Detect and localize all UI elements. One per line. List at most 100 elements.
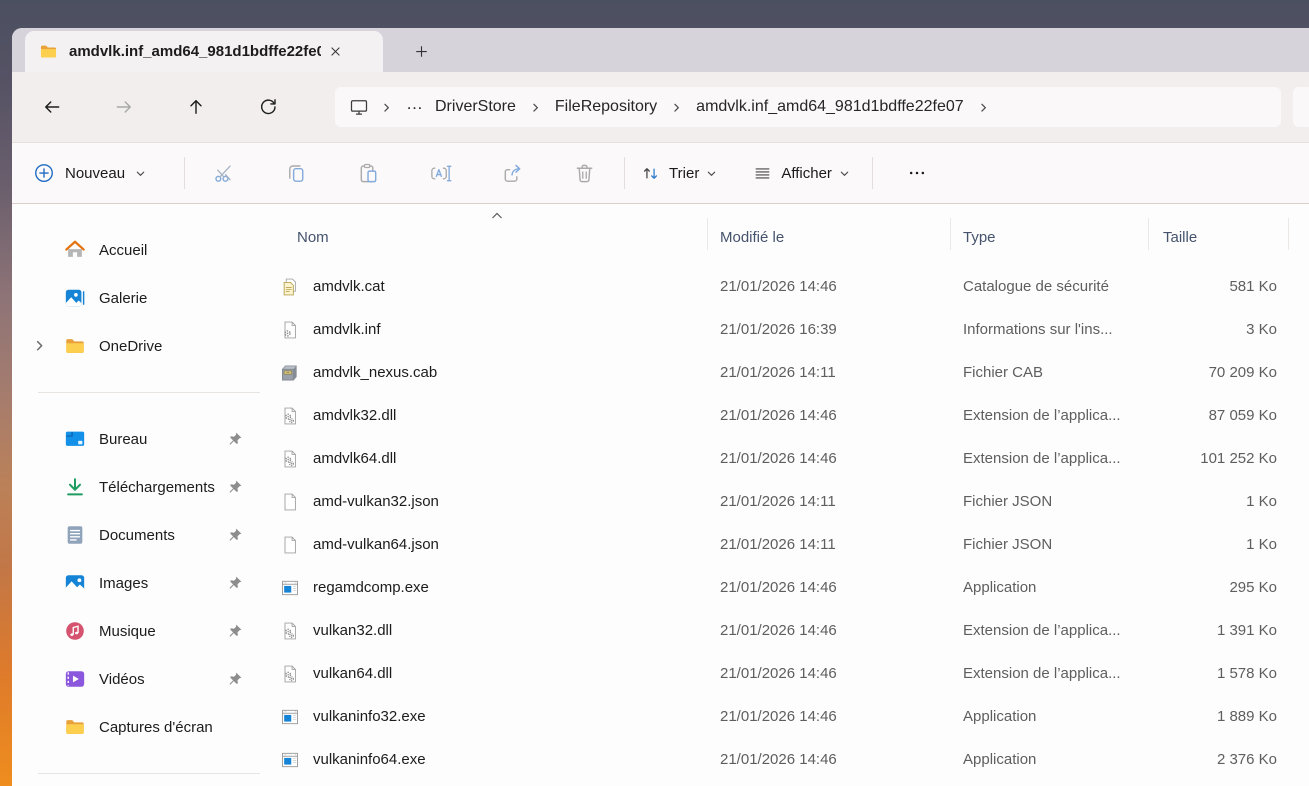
sidebar-item-accueil[interactable]: Accueil	[12, 226, 260, 274]
sidebar-item-captures-ecran[interactable]: Captures d'écran	[12, 703, 260, 751]
music-icon	[64, 620, 86, 642]
file-row[interactable]: vulkan32.dll 21/01/2026 14:46 Extension …	[260, 609, 1277, 652]
file-row[interactable]: regamdcomp.exe 21/01/2026 14:46 Applicat…	[260, 566, 1277, 609]
download-icon	[64, 476, 86, 498]
view-button[interactable]: Afficher	[753, 164, 850, 183]
breadcrumb-driverstore[interactable]: DriverStore	[429, 95, 522, 119]
file-row[interactable]: vulkan64.dll 21/01/2026 14:46 Extension …	[260, 652, 1277, 695]
new-tab-button[interactable]	[405, 35, 437, 67]
sidebar-item-images[interactable]: Images	[12, 559, 260, 607]
pictures-icon	[64, 572, 86, 594]
sidebar-item-bureau[interactable]: Bureau	[12, 415, 260, 463]
column-header-type[interactable]: Type	[950, 229, 1148, 246]
sort-button[interactable]: Trier	[641, 164, 717, 183]
expand-chevron-icon[interactable]	[33, 339, 46, 352]
forward-button[interactable]	[107, 90, 141, 124]
file-row[interactable]: amdvlk64.dll 21/01/2026 14:46 Extension …	[260, 437, 1277, 480]
sidebar-item-label: Documents	[99, 527, 175, 544]
toolbar-separator	[184, 157, 185, 189]
toolbar-separator	[624, 157, 625, 189]
chevron-right-icon	[978, 102, 989, 113]
sidebar-item-telechargements[interactable]: Téléchargements	[12, 463, 260, 511]
share-icon	[501, 162, 524, 185]
sidebar-item-videos[interactable]: Vidéos	[12, 655, 260, 703]
close-tab-button[interactable]	[321, 38, 349, 66]
file-name: amd-vulkan32.json	[313, 493, 439, 510]
refresh-button[interactable]	[251, 90, 285, 124]
file-name: amd-vulkan64.json	[313, 536, 439, 553]
file-row[interactable]: amd-vulkan64.json 21/01/2026 14:11 Fichi…	[260, 523, 1277, 566]
file-name: vulkan64.dll	[313, 665, 392, 682]
file-size: 1 Ko	[1148, 536, 1277, 553]
column-header-modifie-le[interactable]: Modifié le	[707, 229, 950, 246]
breadcrumb-ellipsis[interactable]: …	[400, 94, 429, 120]
column-header-nom[interactable]: Nom	[260, 229, 707, 246]
sidebar-item-label: Images	[99, 575, 148, 592]
share-button[interactable]	[492, 153, 532, 193]
file-type: Application	[950, 579, 1148, 596]
file-row[interactable]: amdvlk32.dll 21/01/2026 14:46 Extension …	[260, 394, 1277, 437]
cab-file-icon	[280, 363, 300, 383]
scissors-icon	[213, 162, 236, 185]
rename-button[interactable]	[420, 153, 460, 193]
chevron-right-icon	[671, 102, 682, 113]
file-type: Fichier JSON	[950, 493, 1148, 510]
file-modified: 21/01/2026 14:46	[707, 751, 950, 768]
sidebar-item-onedrive[interactable]: OneDrive	[12, 322, 260, 370]
explorer-tab[interactable]: amdvlk.inf_amd64_981d1bdffe22fe07	[25, 31, 383, 72]
column-separator	[1288, 218, 1289, 250]
sidebar-item-musique[interactable]: Musique	[12, 607, 260, 655]
file-size: 2 376 Ko	[1148, 751, 1277, 768]
file-row[interactable]: vulkaninfo64.exe 21/01/2026 14:46 Applic…	[260, 738, 1277, 781]
new-button-label: Nouveau	[65, 165, 125, 182]
desktop-icon	[64, 428, 86, 450]
file-row[interactable]: vulkaninfo32.exe 21/01/2026 14:46 Applic…	[260, 695, 1277, 738]
gallery-icon	[64, 287, 86, 309]
file-size: 1 889 Ko	[1148, 708, 1277, 725]
file-explorer-window: amdvlk.inf_amd64_981d1bdffe22fe07 … Driv…	[12, 28, 1309, 786]
folder-icon	[39, 42, 58, 61]
json-file-icon	[280, 492, 300, 512]
file-row[interactable]: amdvlk.inf 21/01/2026 16:39 Informations…	[260, 308, 1277, 351]
copy-button[interactable]	[276, 153, 316, 193]
sidebar-item-label: Captures d'écran	[99, 719, 213, 736]
search-box-partial[interactable]	[1293, 87, 1309, 127]
sidebar-item-label: Vidéos	[99, 671, 145, 688]
file-type: Application	[950, 751, 1148, 768]
breadcrumb-filerepository[interactable]: FileRepository	[549, 95, 663, 119]
back-button[interactable]	[35, 90, 69, 124]
document-icon	[64, 524, 86, 546]
file-name: amdvlk.cat	[313, 278, 385, 295]
delete-button[interactable]	[564, 153, 604, 193]
chevron-down-icon	[135, 168, 146, 179]
file-list: amdvlk.cat 21/01/2026 14:46 Catalogue de…	[260, 265, 1277, 781]
sidebar-item-galerie[interactable]: Galerie	[12, 274, 260, 322]
file-modified: 21/01/2026 14:11	[707, 364, 950, 381]
dll-file-icon	[280, 621, 300, 641]
file-row[interactable]: amdvlk_nexus.cab 21/01/2026 14:11 Fichie…	[260, 351, 1277, 394]
sidebar-item-documents[interactable]: Documents	[12, 511, 260, 559]
more-options-button[interactable]	[897, 153, 937, 193]
breadcrumb-current-folder[interactable]: amdvlk.inf_amd64_981d1bdffe22fe07	[690, 95, 969, 119]
cut-button[interactable]	[204, 153, 244, 193]
file-modified: 21/01/2026 14:46	[707, 665, 950, 682]
paste-button[interactable]	[348, 153, 388, 193]
up-button[interactable]	[179, 90, 213, 124]
sidebar-item-label: Musique	[99, 623, 156, 640]
chevron-right-icon	[530, 102, 541, 113]
column-header-taille[interactable]: Taille	[1148, 229, 1277, 246]
file-name: vulkan32.dll	[313, 622, 392, 639]
column-separator	[707, 218, 708, 250]
chevron-down-icon	[706, 168, 717, 179]
address-bar[interactable]: … DriverStore FileRepository amdvlk.inf_…	[335, 87, 1281, 127]
file-type: Extension de l’applica...	[950, 665, 1148, 682]
file-type: Fichier CAB	[950, 364, 1148, 381]
file-type: Application	[950, 708, 1148, 725]
file-modified: 21/01/2026 14:46	[707, 278, 950, 295]
file-row[interactable]: amdvlk.cat 21/01/2026 14:46 Catalogue de…	[260, 265, 1277, 308]
setup-information-file-icon	[280, 320, 300, 340]
new-button[interactable]: Nouveau	[33, 162, 146, 184]
sidebar-separator	[38, 773, 260, 774]
sidebar-separator	[38, 392, 260, 393]
file-row[interactable]: amd-vulkan32.json 21/01/2026 14:11 Fichi…	[260, 480, 1277, 523]
